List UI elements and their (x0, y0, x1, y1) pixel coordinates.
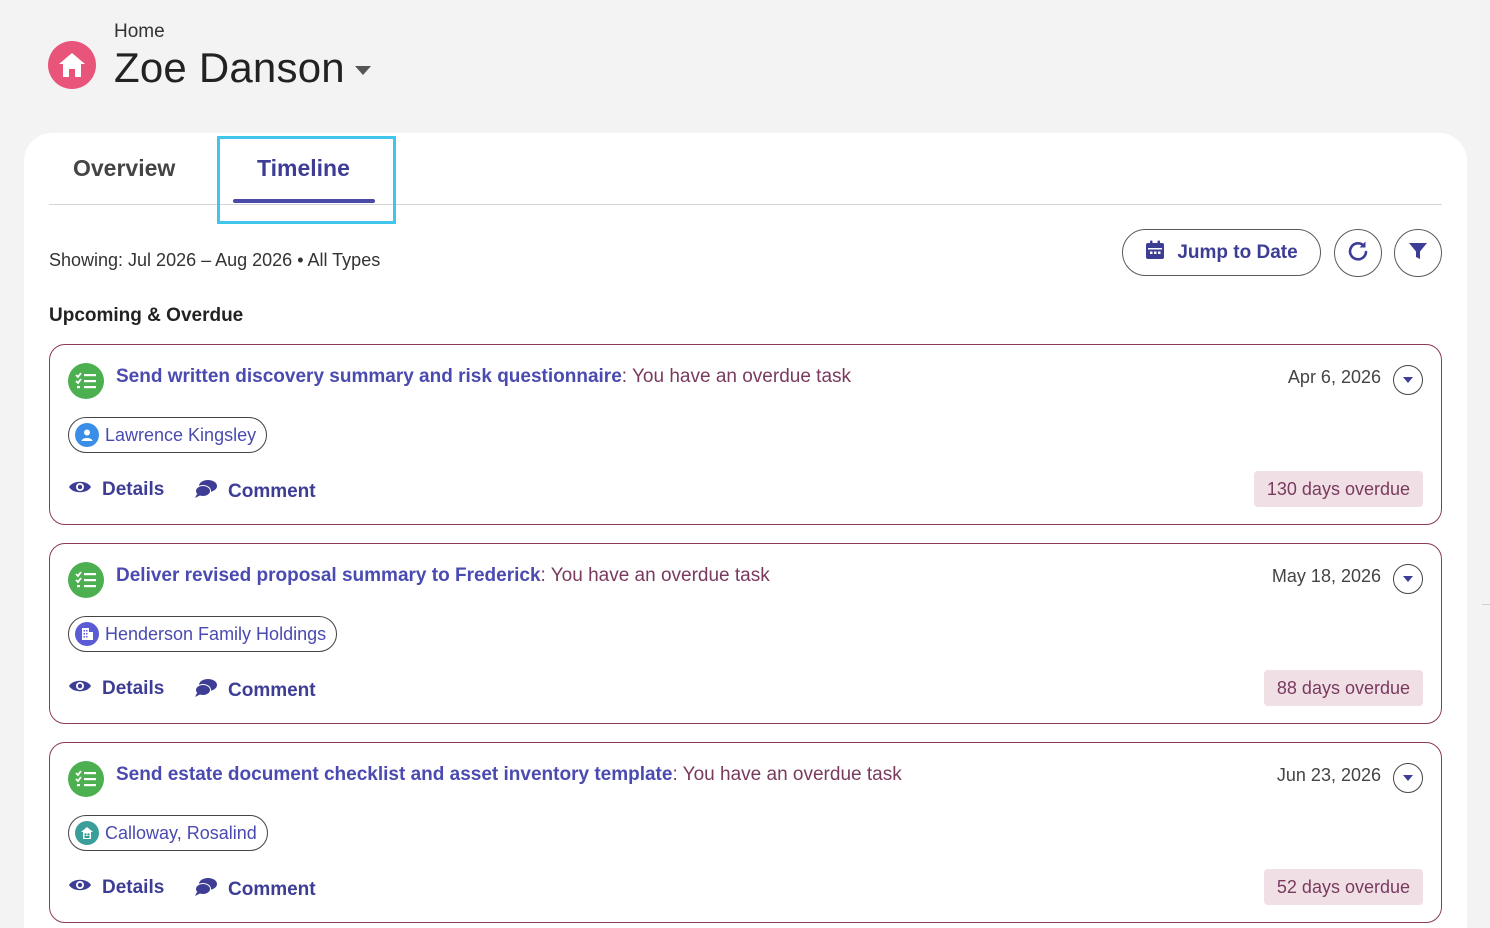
filter-button[interactable] (1394, 229, 1442, 277)
refresh-icon (1347, 240, 1369, 267)
building-icon (75, 622, 99, 646)
eye-icon (68, 479, 92, 501)
chevron-down-icon (1403, 377, 1413, 383)
details-button[interactable]: Details (68, 877, 164, 899)
chip-label: Lawrence Kingsley (105, 424, 257, 445)
eye-icon (68, 678, 92, 700)
card-date: Apr 6, 2026 (1287, 367, 1381, 387)
contact-chip[interactable]: Lawrence Kingsley (68, 417, 268, 453)
chevron-down-icon (1403, 775, 1413, 781)
task-list-icon (68, 562, 104, 598)
task-link[interactable]: Send written discovery summary and risk … (116, 366, 622, 387)
timeline-card: Send written discovery summary and risk … (49, 344, 1442, 525)
details-button[interactable]: Details (68, 479, 164, 501)
details-label: Details (102, 479, 165, 500)
overdue-badge: 88 days overdue (1263, 670, 1423, 706)
card-title: Send estate document checklist and asset… (116, 764, 902, 786)
chip-label: Henderson Family Holdings (105, 623, 327, 644)
expand-button[interactable] (1393, 763, 1423, 793)
task-status: You have an overdue task (545, 565, 770, 586)
expand-button[interactable] (1393, 365, 1423, 395)
task-link[interactable]: Deliver revised proposal summary to Fred… (116, 565, 541, 586)
timeline-card: Deliver revised proposal summary to Fred… (49, 543, 1442, 724)
details-button[interactable]: Details (68, 678, 164, 700)
section-title: Upcoming & Overdue (49, 305, 244, 326)
expand-button[interactable] (1393, 564, 1423, 594)
title-row: Zoe Danson (114, 42, 371, 94)
details-label: Details (102, 678, 165, 699)
comment-button[interactable]: Comment (194, 678, 316, 704)
eye-icon (68, 877, 92, 899)
contact-chip[interactable]: Calloway, Rosalind (68, 815, 268, 851)
showing-summary: Showing: Jul 2026 – Aug 2026 • All Types (49, 250, 381, 270)
chip-label: Calloway, Rosalind (105, 822, 257, 843)
details-label: Details (102, 877, 165, 898)
overdue-badge: 130 days overdue (1253, 471, 1423, 507)
chevron-down-icon (1403, 576, 1413, 582)
comments-icon (194, 877, 218, 903)
comment-label: Comment (228, 879, 316, 900)
task-list-icon (68, 363, 104, 399)
breadcrumb[interactable]: Home (114, 21, 165, 43)
timeline-card: Send estate document checklist and asset… (49, 742, 1442, 923)
refresh-button[interactable] (1334, 229, 1382, 277)
tab-overview[interactable]: Overview (73, 155, 175, 182)
comment-button[interactable]: Comment (194, 479, 316, 505)
tab-focus-highlight (217, 136, 396, 224)
jump-to-date-button[interactable]: Jump to Date (1122, 229, 1321, 276)
comment-label: Comment (228, 680, 316, 701)
calendar-icon (1145, 240, 1165, 266)
home-icon (48, 41, 96, 89)
task-status: You have an overdue task (677, 764, 902, 785)
comments-icon (194, 678, 218, 704)
contact-chip[interactable]: Henderson Family Holdings (68, 616, 338, 652)
page-header: Home Zoe Danson (48, 18, 648, 98)
scroll-edge-mark (1482, 604, 1490, 605)
overdue-badge: 52 days overdue (1263, 869, 1423, 905)
household-icon (75, 821, 99, 845)
card-date: Jun 23, 2026 (1276, 765, 1381, 785)
jump-to-date-label: Jump to Date (1177, 241, 1298, 263)
filter-icon (1408, 241, 1428, 266)
task-status: You have an overdue task (627, 366, 852, 387)
comment-label: Comment (228, 481, 316, 502)
comments-icon (194, 479, 218, 505)
card-date: May 18, 2026 (1271, 566, 1381, 586)
timeline-panel: Overview Timeline Showing: Jul 2026 – Au… (24, 133, 1467, 928)
person-icon (75, 423, 99, 447)
card-title: Deliver revised proposal summary to Fred… (116, 565, 770, 587)
task-list-icon (68, 761, 104, 797)
page-title: Zoe Danson (114, 44, 345, 91)
card-title: Send written discovery summary and risk … (116, 366, 851, 388)
task-link[interactable]: Send estate document checklist and asset… (116, 764, 672, 785)
chevron-down-icon[interactable] (354, 65, 371, 75)
comment-button[interactable]: Comment (194, 877, 316, 903)
